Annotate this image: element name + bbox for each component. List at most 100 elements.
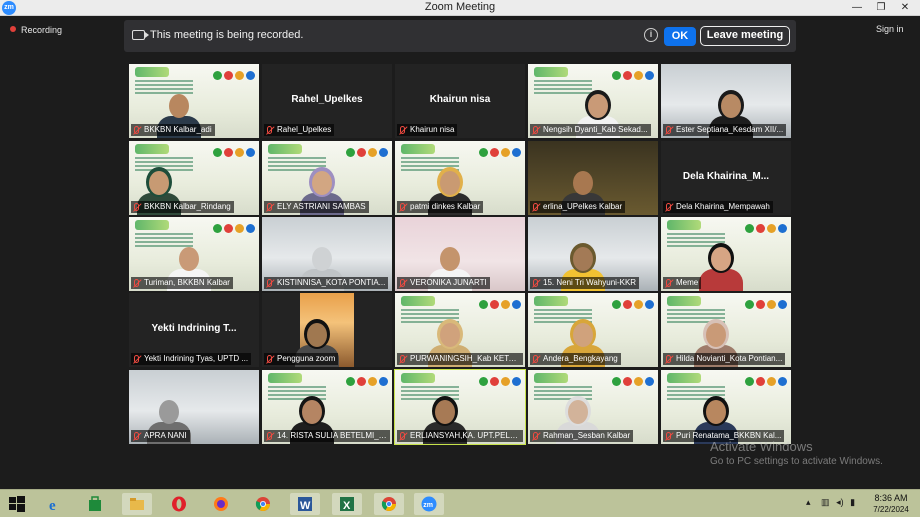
tray-expand-icon[interactable]: ▴	[806, 497, 811, 507]
participant-face	[440, 323, 460, 347]
video-tile[interactable]: Puri Renatama_BKKBN Kal...	[661, 370, 791, 444]
participant-face	[440, 247, 460, 271]
participant-name-label: Khairun nisa	[397, 124, 458, 136]
logo-icon	[778, 377, 787, 386]
event-logos	[477, 373, 521, 386]
logo-icon	[612, 71, 621, 80]
signal-bars-icon[interactable]: ▮	[850, 497, 855, 507]
video-tile[interactable]: Hilda Novianti_Kota Pontian...	[661, 293, 791, 367]
muted-mic-icon	[267, 203, 272, 211]
muted-mic-icon	[134, 432, 139, 440]
muted-mic-icon	[267, 279, 272, 287]
video-tile[interactable]: Nengsih Dyanti_Kab Sekad...	[528, 64, 658, 138]
logo-icon	[645, 300, 654, 309]
event-logos	[743, 296, 787, 309]
participant-name-label: erlina_UPelkes Kalbar	[530, 201, 626, 213]
participant-face	[312, 247, 332, 271]
opera-icon[interactable]	[164, 493, 194, 515]
system-tray[interactable]: ▴ ▥ ◂) ▮	[806, 497, 855, 508]
internet-explorer-icon[interactable]: e	[40, 493, 70, 515]
participant-name: Yekti Indrining Tyas, UPTD ...	[144, 354, 249, 363]
video-tile[interactable]: VERONIKA JUNARTI	[395, 217, 525, 291]
excel-icon[interactable]: X	[332, 493, 362, 515]
participant-name: patmi dinkes Kalbar	[410, 202, 481, 211]
muted-mic-icon	[267, 355, 272, 363]
video-tile[interactable]: Turiman, BKKBN Kalbar	[129, 217, 259, 291]
logo-icon	[501, 300, 510, 309]
zoom-taskbar-icon[interactable]: zm	[414, 493, 444, 515]
participant-name: ERLIANSYAH,KA. UPT.PELKES	[410, 431, 523, 440]
video-tile[interactable]: patmi dinkes Kalbar	[395, 141, 525, 215]
logo-icon	[645, 71, 654, 80]
chrome-window-icon[interactable]	[374, 493, 404, 515]
firefox-icon[interactable]	[206, 493, 236, 515]
muted-mic-icon	[400, 126, 405, 134]
logo-icon	[357, 377, 366, 386]
video-tile[interactable]: 14. RISTA SULIA BETELMI_K...	[262, 370, 392, 444]
video-tile[interactable]: Rahman_Sesban Kalbar	[528, 370, 658, 444]
windows-start-icon[interactable]	[2, 493, 32, 515]
chrome-icon[interactable]	[248, 493, 278, 515]
muted-mic-icon	[267, 126, 272, 134]
video-tile[interactable]: APRA NANI	[129, 370, 259, 444]
logo-icon	[756, 224, 765, 233]
participant-name: erlina_UPelkes Kalbar	[543, 202, 623, 211]
leave-meeting-button[interactable]: Leave meeting	[700, 26, 790, 46]
volume-icon[interactable]: ◂)	[836, 497, 844, 507]
file-explorer-icon[interactable]	[122, 493, 152, 515]
clock-time: 8:36 AM	[874, 493, 908, 503]
muted-mic-icon	[666, 432, 671, 440]
participant-name-label: Yekti Indrining Tyas, UPTD ...	[131, 353, 252, 365]
participant-face	[312, 171, 332, 195]
event-logos	[344, 144, 388, 157]
participant-name-label: Ester Septiana_Kesdam XII/...	[663, 124, 787, 136]
minimize-button[interactable]: —	[845, 0, 869, 16]
video-tile[interactable]: Yekti Indrining T... Yekti Indrining Tyas…	[129, 293, 259, 367]
video-tile[interactable]: PURWANINGSIH_Kab KETA...	[395, 293, 525, 367]
participant-name-label: Pengguna zoom	[264, 353, 339, 365]
sign-in-link[interactable]: Sign in	[876, 24, 904, 34]
logo-icon	[512, 377, 521, 386]
close-button[interactable]: ✕	[893, 0, 917, 16]
video-tile[interactable]: Khairun nisa Khairun nisa	[395, 64, 525, 138]
video-tile[interactable]: KISTINNISA_KOTA PONTIA...	[262, 217, 392, 291]
logo-icon	[623, 71, 632, 80]
participant-name-label: VERONIKA JUNARTI	[397, 277, 490, 289]
participant-name: Ester Septiana_Kesdam XII/...	[676, 125, 784, 134]
restore-button[interactable]: ❐	[869, 0, 893, 16]
video-tile[interactable]: ERLIANSYAH,KA. UPT.PELKES	[394, 369, 526, 445]
taskbar-clock[interactable]: 8:36 AM 7/22/2024	[868, 493, 914, 514]
logo-icon	[645, 377, 654, 386]
video-tile[interactable]: Dela Khairina_M... Dela Khairina_Mempawah	[661, 141, 791, 215]
video-tile[interactable]: Andera_Bengkayang	[528, 293, 658, 367]
video-tile[interactable]: erlina_UPelkes Kalbar	[528, 141, 658, 215]
video-tile[interactable]: Meme	[661, 217, 791, 291]
logo-icon	[346, 377, 355, 386]
logo-icon	[346, 148, 355, 157]
video-tile[interactable]: Pengguna zoom	[262, 293, 392, 367]
participant-name: KISTINNISA_KOTA PONTIA...	[277, 278, 386, 287]
info-icon[interactable]: i	[644, 28, 658, 42]
video-tile[interactable]: 15. Neni Tri Wahyuni-KKR	[528, 217, 658, 291]
store-icon[interactable]	[80, 493, 110, 515]
video-tile[interactable]: BKKBN Kalbar_adi	[129, 64, 259, 138]
svg-text:e: e	[49, 498, 56, 512]
video-tile[interactable]: Rahel_Upelkes Rahel_Upelkes	[262, 64, 392, 138]
recording-dot-icon	[10, 26, 16, 32]
participant-name-label: APRA NANI	[131, 430, 190, 442]
video-tile[interactable]: ELY ASTRIANI SAMBAS	[262, 141, 392, 215]
logo-icon	[767, 300, 776, 309]
video-tile[interactable]: BKKBN Kalbar_Rindang	[129, 141, 259, 215]
logo-icon	[756, 300, 765, 309]
video-tile[interactable]: Ester Septiana_Kesdam XII/...	[661, 64, 791, 138]
recording-notice-text: This meeting is being recorded.	[150, 29, 304, 41]
logo-icon	[501, 377, 510, 386]
muted-mic-icon	[666, 355, 671, 363]
word-icon[interactable]: W	[290, 493, 320, 515]
logo-icon	[246, 148, 255, 157]
network-icon[interactable]: ▥	[821, 497, 830, 507]
logo-icon	[490, 300, 499, 309]
participant-name-label: Nengsih Dyanti_Kab Sekad...	[530, 124, 651, 136]
event-logos	[344, 373, 388, 386]
ok-button[interactable]: OK	[664, 27, 696, 46]
